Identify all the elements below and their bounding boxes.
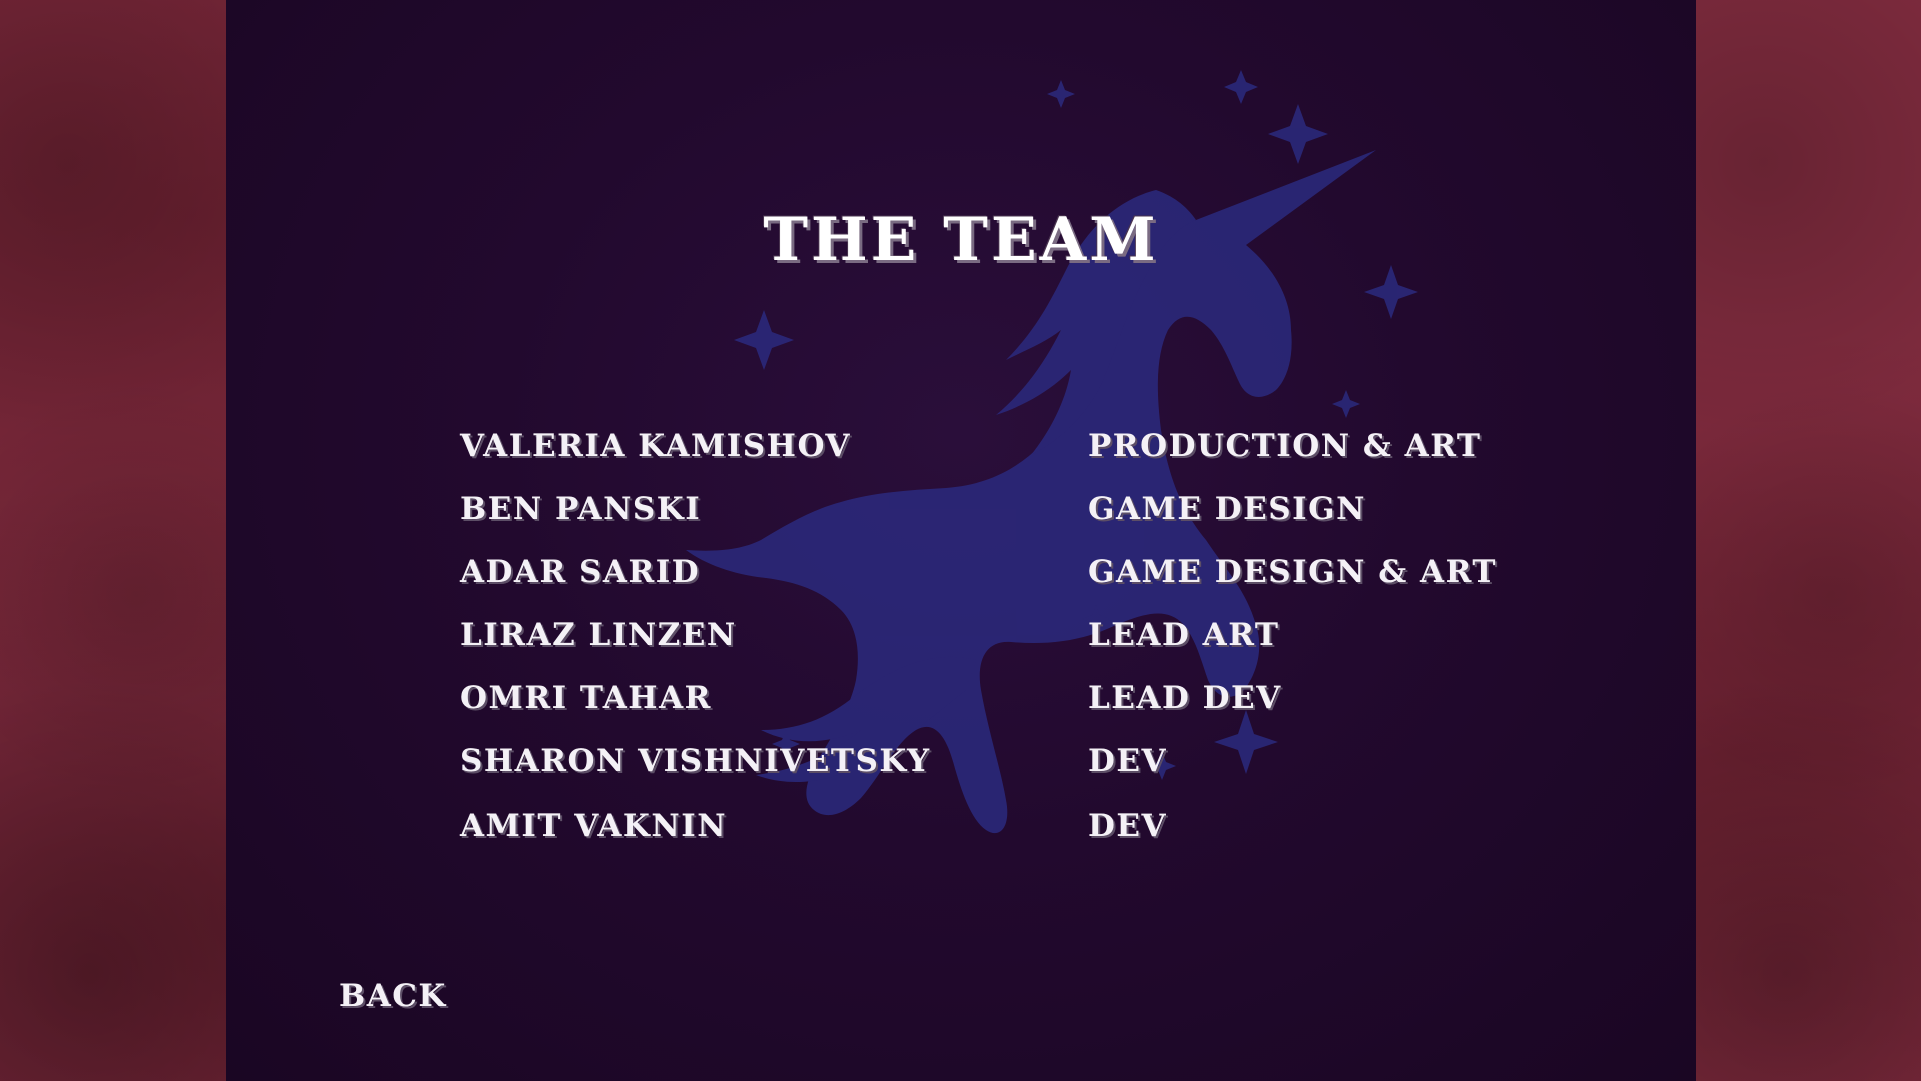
left-side-border: [0, 0, 226, 1081]
credit-name: LIRAZ LINZEN: [460, 617, 737, 653]
credit-name: AMIT VAKNIN: [460, 808, 728, 844]
credit-row: OMRI TAHAR LEAD DEV: [226, 680, 1696, 730]
right-side-border: [1696, 0, 1921, 1081]
credit-role: LEAD DEV: [1088, 680, 1282, 716]
credits-panel: THE TEAM VALERIA KAMISHOV PRODUCTION & A…: [226, 0, 1696, 1081]
credit-row: SHARON VISHNIVETSKY DEV: [226, 743, 1696, 793]
credit-name: BEN PANSKI: [460, 491, 702, 527]
credit-row: AMIT VAKNIN DEV: [226, 808, 1696, 858]
credit-role: DEV: [1088, 743, 1168, 779]
credit-row: ADAR SARID GAME DESIGN & ART: [226, 554, 1696, 604]
credit-role: GAME DESIGN & ART: [1088, 554, 1497, 590]
credit-row: LIRAZ LINZEN LEAD ART: [226, 617, 1696, 667]
credit-role: LEAD ART: [1088, 617, 1280, 653]
credit-role: DEV: [1088, 808, 1168, 844]
page-title: THE TEAM: [763, 205, 1159, 275]
credit-row: VALERIA KAMISHOV PRODUCTION & ART: [226, 428, 1696, 478]
credit-name: ADAR SARID: [460, 554, 701, 590]
credit-name: OMRI TAHAR: [460, 680, 712, 716]
credit-role: GAME DESIGN: [1088, 491, 1366, 527]
credit-row: BEN PANSKI GAME DESIGN: [226, 491, 1696, 541]
credit-role: PRODUCTION & ART: [1088, 428, 1482, 464]
credit-name: VALERIA KAMISHOV: [460, 428, 851, 464]
back-button[interactable]: BACK: [339, 978, 447, 1014]
credits-screen: THE TEAM VALERIA KAMISHOV PRODUCTION & A…: [0, 0, 1921, 1081]
credit-name: SHARON VISHNIVETSKY: [460, 743, 931, 779]
